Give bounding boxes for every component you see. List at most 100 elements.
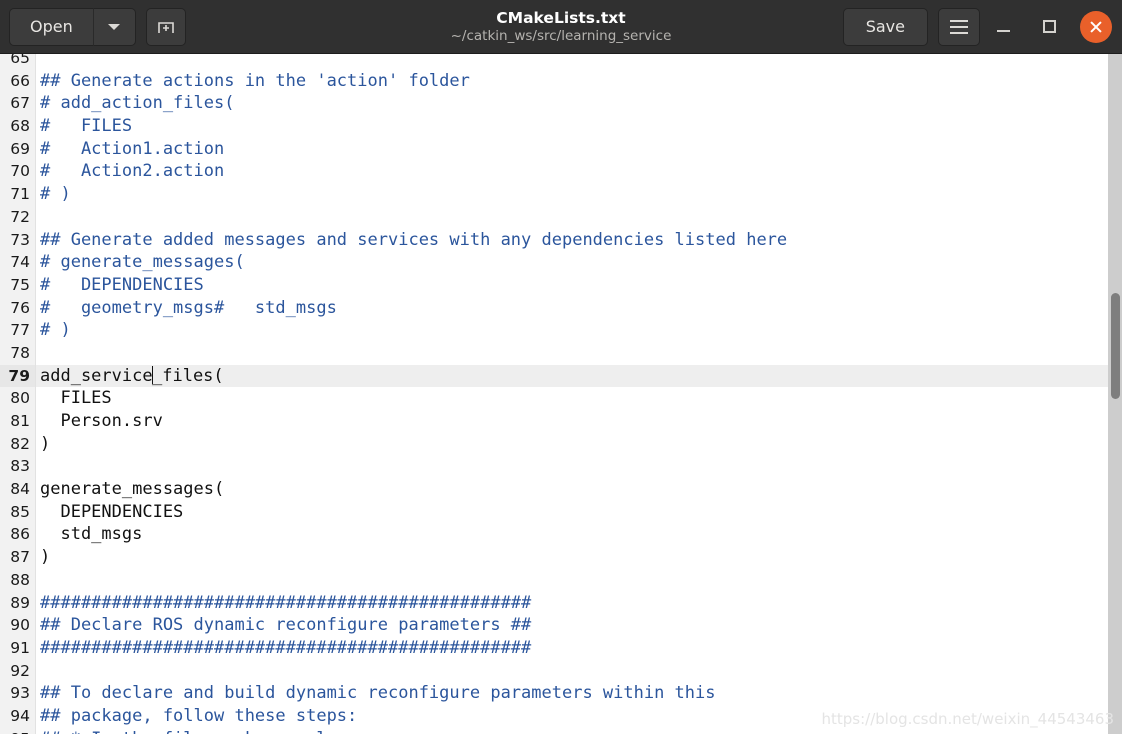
line-number: 65 [0, 54, 36, 70]
line-number: 84 [0, 478, 36, 501]
line-text: # DEPENDENCIES [40, 274, 204, 295]
code-line[interactable]: 90 ## Declare ROS dynamic reconfigure par… [0, 614, 1122, 637]
line-text: # generate_messages( [40, 252, 245, 273]
code-line[interactable]: 80 FILES [0, 387, 1122, 410]
code-line[interactable]: 72 [0, 205, 1122, 229]
line-number: 95 [0, 727, 36, 734]
line-text: # ) [40, 184, 71, 205]
open-dropdown-button[interactable] [93, 7, 136, 46]
code-line[interactable]: 77 # ) [0, 319, 1122, 342]
code-line[interactable]: 81 Person.srv [0, 410, 1122, 433]
line-text [36, 569, 40, 592]
text-editor-area[interactable]: 65 66 ## Generate actions in the 'action' … [0, 54, 1122, 734]
line-text: # ) [40, 320, 71, 341]
line-text [36, 660, 40, 683]
line-text: ########################################… [40, 592, 532, 613]
line-text: generate_messages( [40, 479, 225, 500]
code-line[interactable]: 85 DEPENDENCIES [0, 500, 1122, 524]
code-content[interactable]: 65 66 ## Generate actions in the 'action' … [0, 54, 1122, 734]
code-line[interactable]: 92 [0, 659, 1122, 683]
line-text: ## package, follow these steps: [40, 705, 358, 726]
line-number: 89 [0, 591, 36, 615]
code-line[interactable]: 83 [0, 455, 1122, 479]
vertical-scrollbar[interactable] [1108, 54, 1122, 734]
close-icon [1089, 20, 1103, 34]
line-text [36, 206, 40, 229]
code-line[interactable]: 88 [0, 568, 1122, 592]
code-line[interactable]: 68 # FILES [0, 115, 1122, 138]
code-line[interactable]: 69 # Action1.action [0, 137, 1122, 161]
maximize-icon [1042, 20, 1056, 33]
line-text [36, 455, 40, 478]
line-number: 72 [0, 205, 36, 229]
hamburger-menu-icon [950, 19, 968, 34]
line-number: 88 [0, 568, 36, 592]
code-line[interactable]: 66 ## Generate actions in the 'action' fo… [0, 69, 1122, 93]
line-number: 67 [0, 92, 36, 116]
line-number: 82 [0, 432, 36, 456]
line-text: # FILES [40, 116, 133, 137]
code-line[interactable]: 95## * In the file package.xml: [0, 727, 1122, 734]
line-number: 94 [0, 704, 36, 728]
line-number: 91 [0, 636, 36, 660]
maximize-button[interactable] [1026, 4, 1072, 50]
line-text: DEPENDENCIES [40, 501, 184, 522]
code-line[interactable]: 73 ## Generate added messages and service… [0, 228, 1122, 252]
chevron-down-icon [108, 23, 121, 30]
line-number: 81 [0, 410, 36, 433]
main-menu-button[interactable] [938, 7, 980, 46]
line-text: ## Generate actions in the 'action' fold… [40, 70, 470, 91]
code-line[interactable]: 86 std_msgs [0, 523, 1122, 547]
line-number: 68 [0, 115, 36, 138]
line-number: 93 [0, 682, 36, 705]
vertical-scrollbar-thumb[interactable] [1111, 293, 1120, 399]
line-number: 87 [0, 546, 36, 569]
minimize-icon [996, 30, 1010, 32]
code-line[interactable]: 78 [0, 341, 1122, 365]
code-line[interactable]: 94 ## package, follow these steps: [0, 704, 1122, 728]
line-text: ########################################… [40, 637, 532, 658]
line-number: 69 [0, 137, 36, 161]
code-line[interactable]: 74 # generate_messages( [0, 251, 1122, 274]
code-line[interactable]: 79 add_service_files( [0, 364, 1122, 388]
line-text: Person.srv [40, 411, 163, 431]
new-tab-button[interactable] [145, 7, 186, 46]
line-text: ) [40, 547, 51, 568]
save-button[interactable]: Save [842, 7, 928, 46]
line-text [36, 54, 40, 70]
code-line[interactable]: 70 # Action2.action [0, 160, 1122, 184]
code-line[interactable]: 93 ## To declare and build dynamic reconf… [0, 682, 1122, 705]
line-number: 76 [0, 296, 36, 320]
line-text: ## Generate added messages and services … [40, 229, 788, 250]
code-line[interactable]: 91 ######################################… [0, 636, 1122, 660]
line-text: ) [40, 433, 51, 454]
open-button-group: Open [9, 7, 136, 46]
line-number: 85 [0, 500, 36, 524]
line-text: # add_action_files( [40, 93, 235, 114]
code-line[interactable]: 71 # ) [0, 183, 1122, 206]
line-text: ## To declare and build dynamic reconfig… [40, 683, 716, 704]
save-button-label: Save [865, 17, 905, 36]
code-line[interactable]: 76 # geometry_msgs# std_msgs [0, 296, 1122, 320]
line-text: std_msgs [40, 524, 143, 545]
line-number: 71 [0, 183, 36, 206]
line-text: FILES [40, 388, 112, 409]
line-number: 73 [0, 228, 36, 252]
open-button[interactable]: Open [9, 7, 94, 46]
close-button[interactable] [1080, 10, 1112, 43]
code-line[interactable]: 67 # add_action_files( [0, 92, 1122, 116]
line-text: ## * In the file package.xml: [36, 728, 337, 734]
line-number: 70 [0, 160, 36, 184]
code-line[interactable]: 84 generate_messages( [0, 478, 1122, 501]
code-line[interactable]: 89 ######################################… [0, 591, 1122, 615]
header-right-controls: Save [842, 4, 1122, 50]
code-line[interactable]: 75 # DEPENDENCIES [0, 273, 1122, 297]
line-number: 75 [0, 273, 36, 297]
line-number: 66 [0, 69, 36, 93]
code-line[interactable]: 82) [0, 432, 1122, 456]
code-line[interactable]: 87) [0, 546, 1122, 569]
code-line[interactable]: 65 [0, 54, 1122, 70]
line-text: add_service_files( [40, 365, 224, 386]
line-text [36, 342, 40, 365]
minimize-button[interactable] [980, 4, 1026, 50]
